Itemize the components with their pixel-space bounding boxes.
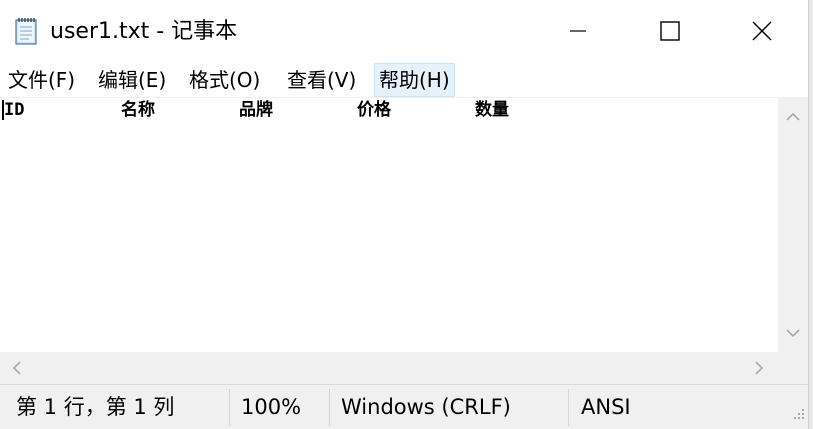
status-divider [329,389,330,426]
menu-bar: 文件(F) 编辑(E) 格式(O) 查看(V) 帮助(H) [0,62,808,98]
minimize-icon [570,30,586,32]
minimize-button[interactable] [532,0,624,62]
status-bar: 第 1 行，第 1 列 100% Windows (CRLF) ANSI [0,384,808,429]
cursor-position: 第 1 行，第 1 列 [16,395,175,419]
chevron-up-icon [786,112,800,121]
scroll-right-button[interactable] [744,352,774,384]
notepad-window: user1.txt - 记事本 文件(F) 编辑(E) 格式(O) 查看(V) … [0,0,813,429]
window-edge [808,0,813,429]
maximize-icon [660,21,680,41]
resize-grip-icon[interactable] [792,405,806,423]
column-header-quantity: 数量 [475,100,509,120]
notepad-icon [15,18,37,45]
encoding: ANSI [581,395,631,419]
close-icon [752,21,772,41]
close-button[interactable] [716,0,808,62]
scrollbar-corner [778,352,808,384]
scroll-up-button[interactable] [778,102,808,132]
line-ending: Windows (CRLF) [341,395,511,419]
status-divider [568,389,569,426]
zoom-level: 100% [241,395,302,419]
window-title: user1.txt - 记事本 [50,19,238,44]
menu-file[interactable]: 文件(F) [4,63,79,97]
maximize-button[interactable] [624,0,716,62]
text-editor-area[interactable]: ID 名称 品牌 价格 数量 [0,98,778,352]
title-bar[interactable]: user1.txt - 记事本 [0,0,808,62]
scroll-left-button[interactable] [2,352,32,384]
menu-view[interactable]: 查看(V) [283,63,360,97]
column-header-price: 价格 [357,100,391,120]
chevron-left-icon [12,361,21,375]
column-header-brand: 品牌 [239,100,273,120]
menu-format[interactable]: 格式(O) [185,63,264,97]
menu-help[interactable]: 帮助(H) [374,63,455,97]
vertical-scrollbar[interactable] [778,98,808,352]
scroll-down-button[interactable] [778,318,808,348]
column-header-name: 名称 [121,100,155,120]
chevron-down-icon [786,329,800,338]
column-header-id: ID [4,100,25,120]
menu-edit[interactable]: 编辑(E) [94,63,170,97]
status-divider [229,389,230,426]
chevron-right-icon [755,361,764,375]
horizontal-scrollbar[interactable] [0,352,778,384]
